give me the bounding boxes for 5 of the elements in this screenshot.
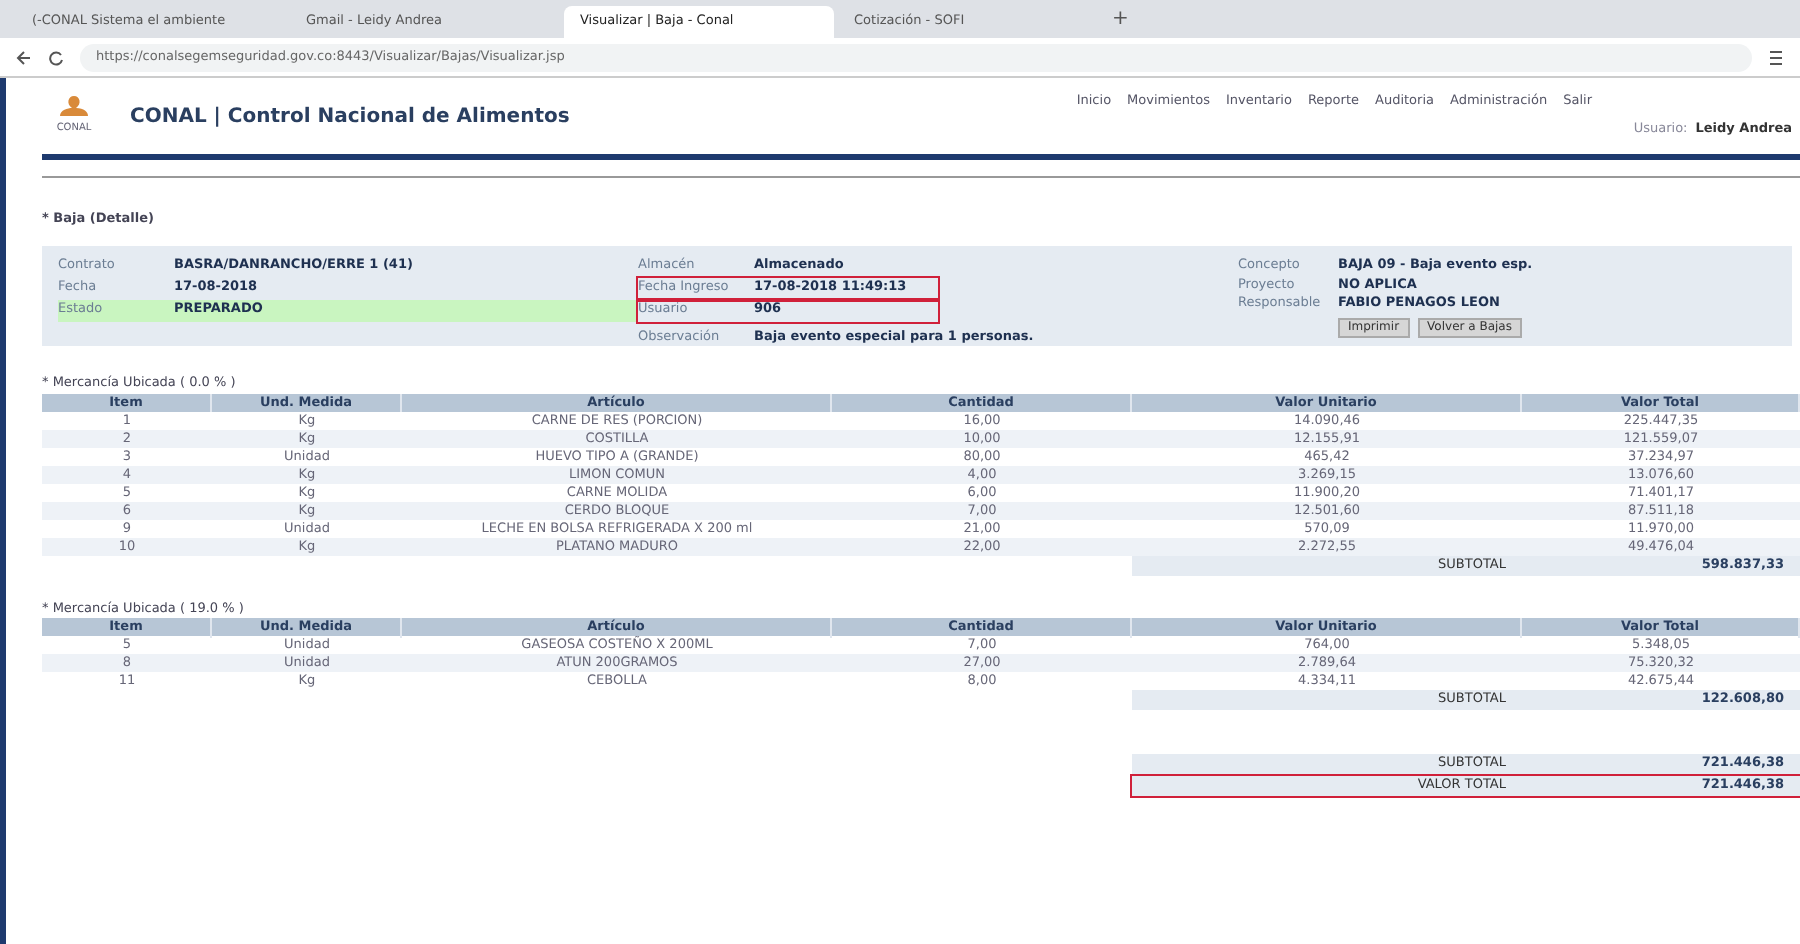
- new-tab-icon[interactable]: +: [1112, 4, 1129, 34]
- reload-icon[interactable]: [48, 49, 64, 65]
- menu-icon[interactable]: [1768, 49, 1784, 65]
- site-title: CONAL | Control Nacional de Alimentos: [130, 103, 570, 131]
- back-icon[interactable]: [16, 49, 32, 65]
